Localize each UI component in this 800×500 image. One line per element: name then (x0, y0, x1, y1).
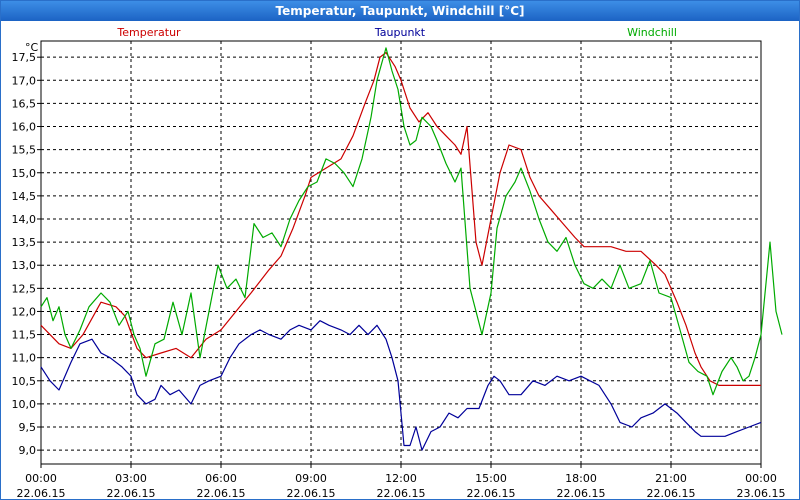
chart-title: Temperatur, Taupunkt, Windchill [°C] (1, 1, 799, 21)
y-tick-label: 13,0 (12, 259, 37, 272)
legend-entry-taupunkt: Taupunkt (374, 26, 426, 39)
x-tick-date-label: 22.06.15 (557, 487, 606, 499)
y-tick-label: 14,5 (12, 190, 37, 203)
x-tick-date-label: 22.06.15 (647, 487, 696, 499)
x-tick-time-label: 12:00 (385, 472, 417, 485)
x-tick-time-label: 15:00 (475, 472, 507, 485)
chart-window: Temperatur, Taupunkt, Windchill [°C] 9,0… (0, 0, 800, 500)
legend-entry-windchill: Windchill (627, 26, 677, 39)
y-tick-label: 10,0 (12, 398, 37, 411)
legend: Temperatur Taupunkt Windchill (116, 26, 677, 39)
y-tick-label: 13,5 (12, 236, 37, 249)
x-tick-date-label: 22.06.15 (377, 487, 426, 499)
y-tick-label: 11,0 (12, 352, 37, 365)
x-tick-time-label: 18:00 (565, 472, 597, 485)
x-axis-ticks: 00:00 22.06.15 03:00 22.06.15 06:00 22.06.15 0… (17, 464, 786, 499)
x-tick-time-label: 00:00 (25, 472, 57, 485)
x-tick-time-label: 03:00 (115, 472, 147, 485)
y-tick-label: 12,5 (12, 282, 37, 295)
y-tick-label: 9,0 (19, 444, 37, 457)
x-tick-date-label: 22.06.15 (107, 487, 156, 499)
x-tick-time-label: 06:00 (205, 472, 237, 485)
y-axis-unit-label: °C (25, 41, 39, 54)
y-tick-label: 11,5 (12, 329, 37, 342)
x-tick-date-label: 22.06.15 (197, 487, 246, 499)
x-tick-date-label: 23.06.15 (737, 487, 786, 499)
y-tick-label: 15,0 (12, 167, 37, 180)
y-tick-label: 14,0 (12, 213, 37, 226)
x-tick-date-label: 22.06.15 (17, 487, 66, 499)
y-tick-label: 12,0 (12, 305, 37, 318)
y-tick-label: 17,0 (12, 74, 37, 87)
x-tick-date-label: 22.06.15 (467, 487, 516, 499)
y-tick-label: 16,0 (12, 121, 37, 134)
y-tick-label: 9,5 (19, 421, 37, 434)
y-tick-label: 15,5 (12, 144, 37, 157)
line-chart: 9,0 9,5 10,0 10,5 11,0 11,5 12,0 12,5 13,0 13,5 14… (12, 26, 786, 499)
y-axis-ticks: 9,0 9,5 10,0 10,5 11,0 11,5 12,0 12,5 13,0 13,5 14… (12, 51, 41, 457)
y-tick-label: 10,5 (12, 375, 37, 388)
legend-entry-temperatur: Temperatur (116, 26, 181, 39)
x-tick-time-label: 21:00 (655, 472, 687, 485)
x-tick-date-label: 22.06.15 (287, 487, 336, 499)
x-tick-time-label: 09:00 (295, 472, 327, 485)
y-tick-label: 16,5 (12, 97, 37, 110)
x-tick-time-label: 00:00 (745, 472, 777, 485)
